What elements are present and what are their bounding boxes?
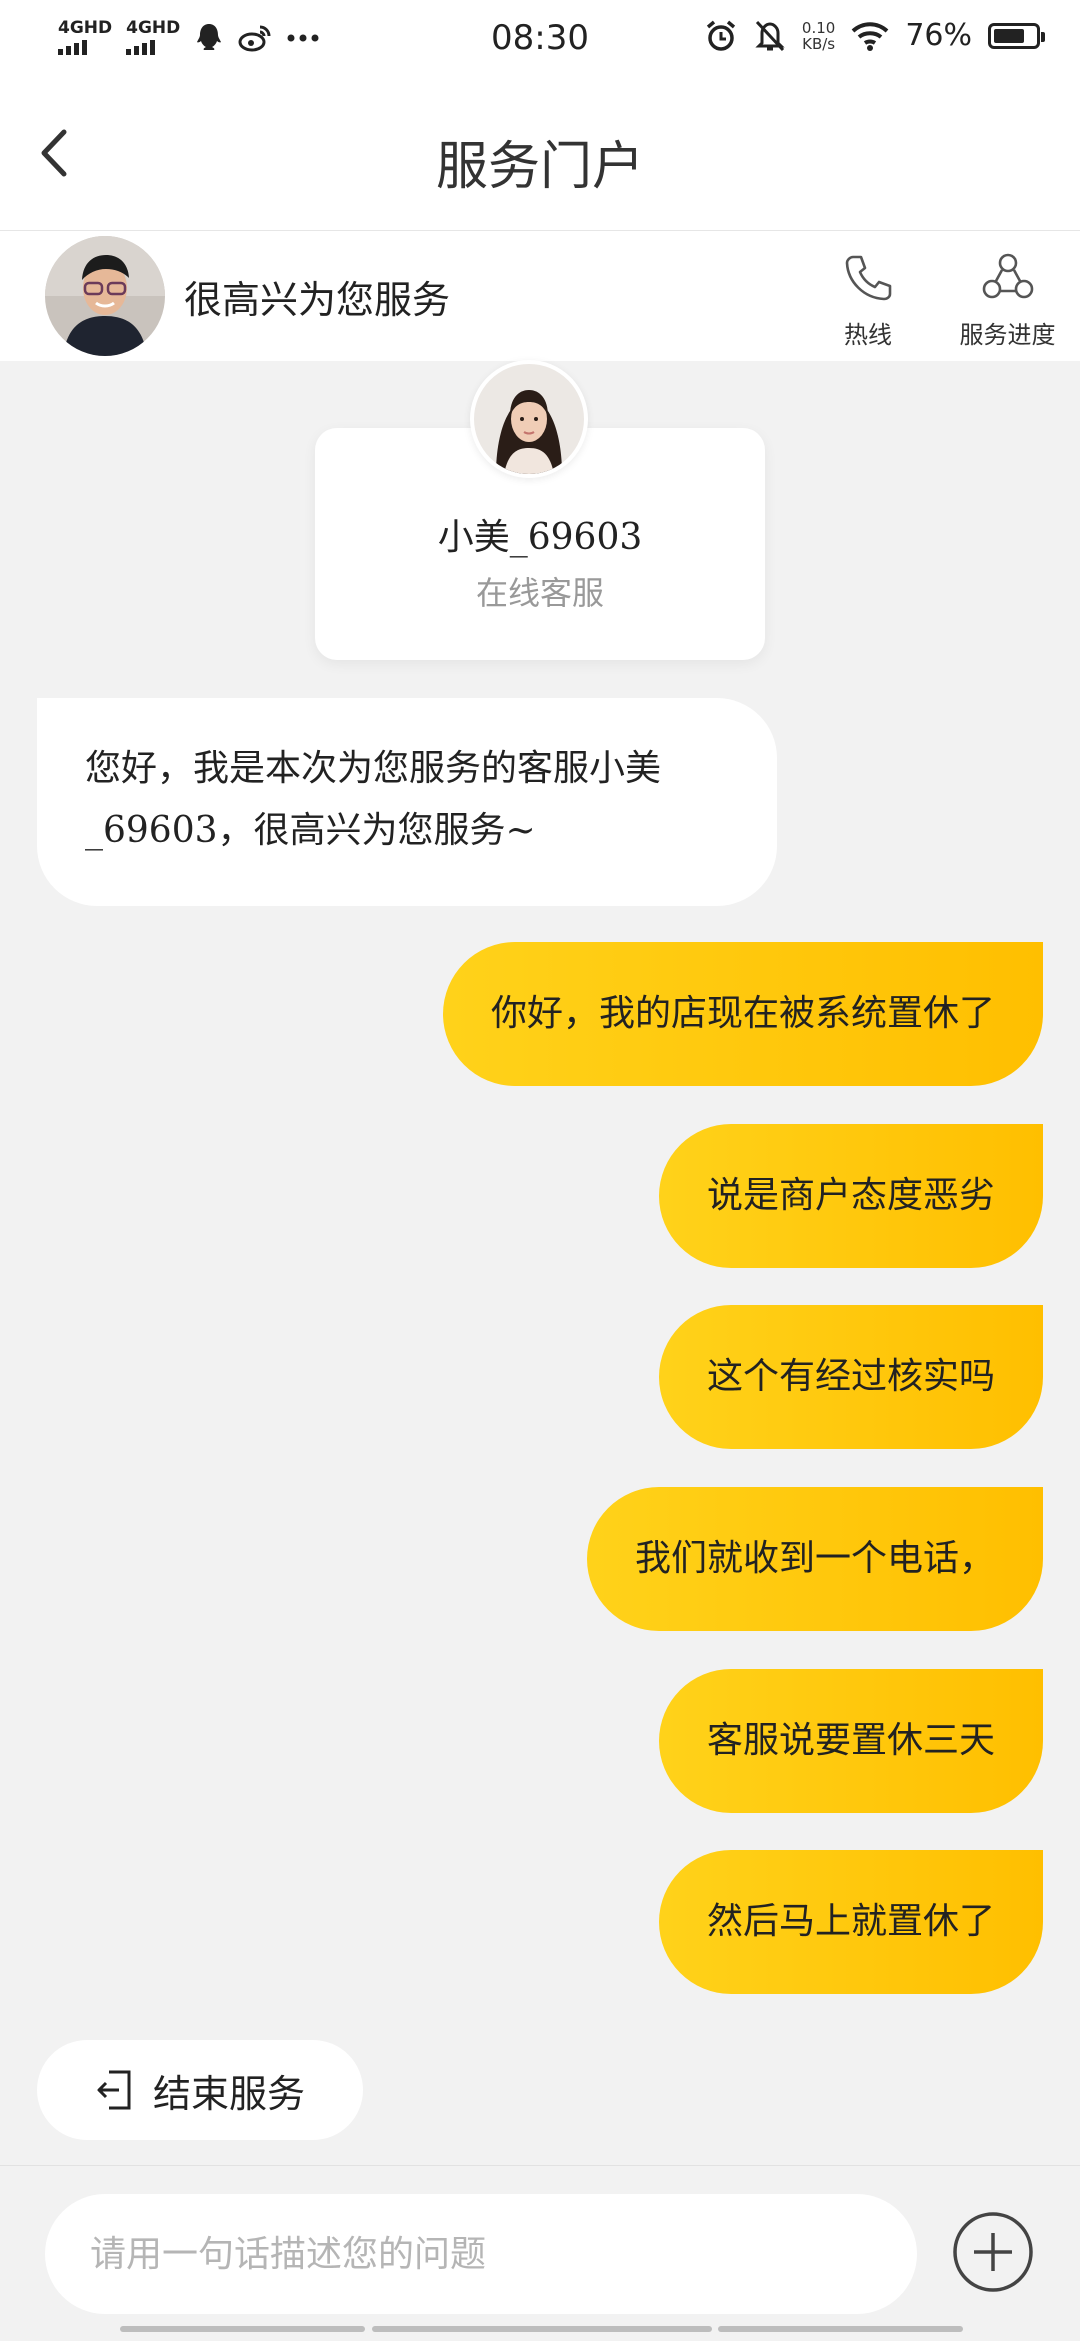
outgoing-message: 这个有经过核实吗 [658,1305,1043,1449]
phone-icon [845,255,892,301]
status-right: 0.10 KB/s 76% [704,18,1045,53]
plus-icon[interactable] [952,2211,1034,2293]
wifi-icon [851,21,889,51]
service-progress-button[interactable]: 服务进度 [950,251,1065,350]
battery-percent: 76% [905,18,972,53]
exit-icon [97,2070,131,2110]
outgoing-message: 我们就收到一个电话， [586,1487,1043,1631]
message-input[interactable] [45,2194,917,2314]
agent-avatar [470,360,588,478]
outgoing-message: 你好，我的店现在被系统置休了 [442,942,1043,1086]
avatar-photo [45,236,165,356]
end-service-label: 结束服务 [152,2071,305,2116]
status-bar: 4GHD 4GHD 08:30 0.10 KB/s 76% [0,0,1080,80]
outgoing-message: 客服说要置休三天 [658,1669,1043,1813]
title-bar: 服务门户 [0,80,1080,230]
progress-label: 服务进度 [959,321,1056,349]
alarm-icon [706,20,736,51]
hotline-label: 热线 [844,321,892,349]
outgoing-message: 说是商户态度恶劣 [658,1124,1043,1268]
speed-value: 0.10 [801,18,836,37]
avatar[interactable] [45,236,165,356]
outgoing-message: 然后马上就置休了 [658,1850,1043,1994]
nav-handle [372,2326,712,2332]
page-title: 服务门户 [435,137,644,197]
mute-bell-icon [755,20,785,51]
incoming-message: 您好，我是本次为您服务的客服小美_69603，很高兴为您服务~ [37,698,777,906]
nav-handle [120,2326,365,2332]
agent-avatar-photo [474,364,584,474]
nav-handle [718,2326,963,2332]
progress-icon [982,253,1033,299]
end-service-button[interactable]: 结束服务 [37,2040,363,2140]
hotline-button[interactable]: 热线 [826,251,910,350]
network-speed: 0.10 KB/s [802,20,835,52]
agent-greeting: 很高兴为您服务 [184,278,451,322]
agent-bar: 很高兴为您服务 热线 服务进度 [0,230,1080,361]
chat-area[interactable]: 小美_69603 在线客服 您好，我是本次为您服务的客服小美_69603，很高兴… [0,360,1080,2165]
agent-role: 在线客服 [475,574,604,612]
battery-icon [988,22,1045,49]
agent-name: 小美_69603 [437,517,643,558]
input-bar [0,2165,1080,2341]
speed-unit: KB/s [802,34,836,53]
